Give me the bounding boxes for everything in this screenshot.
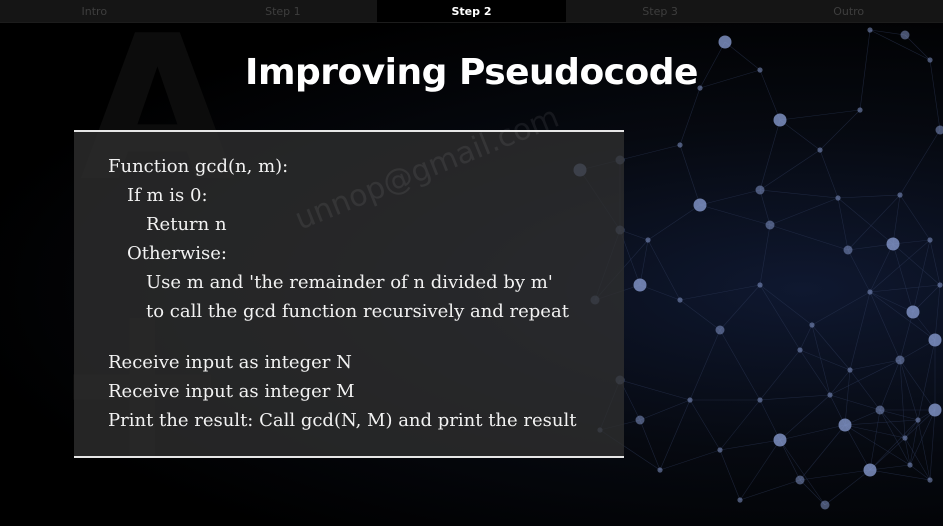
network-node [715,325,725,335]
network-node [867,289,873,295]
network-node [820,500,830,510]
network-node [928,403,942,417]
network-node [886,237,900,251]
network-node [757,282,763,288]
network-node [863,463,877,477]
network-node [773,433,787,447]
network-node [795,475,805,485]
code-line: Receive input as integer N [108,352,352,373]
code-line: Otherwise: [127,243,227,264]
network-node [935,125,943,135]
code-line: Function gcd(n, m): [108,156,289,177]
step-tab-intro[interactable]: Intro [0,0,189,22]
network-node [847,367,853,373]
network-node [928,333,942,347]
network-node [900,30,910,40]
network-node [895,355,905,365]
pseudocode-block: Function gcd(n, m): If m is 0: Return n … [108,152,576,435]
network-node [867,27,873,33]
network-node [817,147,823,153]
network-node [657,467,663,473]
network-node [717,447,723,453]
network-node [677,142,683,148]
network-node [773,113,787,127]
network-node [765,220,775,230]
step-tab-outro[interactable]: Outro [754,0,943,22]
network-node [693,198,707,212]
network-node [633,278,647,292]
step-tab-step-2[interactable]: Step 2 [377,0,566,22]
network-node [827,392,833,398]
network-node [857,107,863,113]
code-line: Return n [146,214,227,235]
network-node [797,347,803,353]
network-node [843,245,853,255]
network-node [897,192,903,198]
code-line: If m is 0: [127,185,208,206]
network-node [718,35,732,49]
network-node [835,195,841,201]
network-node [838,418,852,432]
step-tab-step-1[interactable]: Step 1 [189,0,378,22]
network-node [635,415,645,425]
network-node [875,405,885,415]
network-node [687,397,693,403]
step-tab-step-3[interactable]: Step 3 [566,0,755,22]
code-line: Receive input as integer M [108,381,355,402]
network-node [677,297,683,303]
network-node [915,417,921,423]
network-node [757,397,763,403]
network-node [937,282,943,288]
code-line: to call the gcd function recursively and… [146,301,569,322]
code-line: Use m and 'the remainder of n divided by… [146,272,553,293]
network-node [927,237,933,243]
code-spacer [108,326,576,348]
code-line: Print the result: Call gcd(N, M) and pri… [108,410,577,431]
network-node [902,435,908,441]
step-navigation: Intro Step 1 Step 2 Step 3 Outro [0,0,943,23]
slide-title: Improving Pseudocode [245,52,698,93]
network-node [906,305,920,319]
network-node [907,462,913,468]
network-node [645,237,651,243]
network-node [737,497,743,503]
network-node [809,322,815,328]
network-node [755,185,765,195]
slide-stage: A + Intro Step 1 Step 2 Step 3 Outro Imp… [0,0,943,526]
network-node [927,477,933,483]
